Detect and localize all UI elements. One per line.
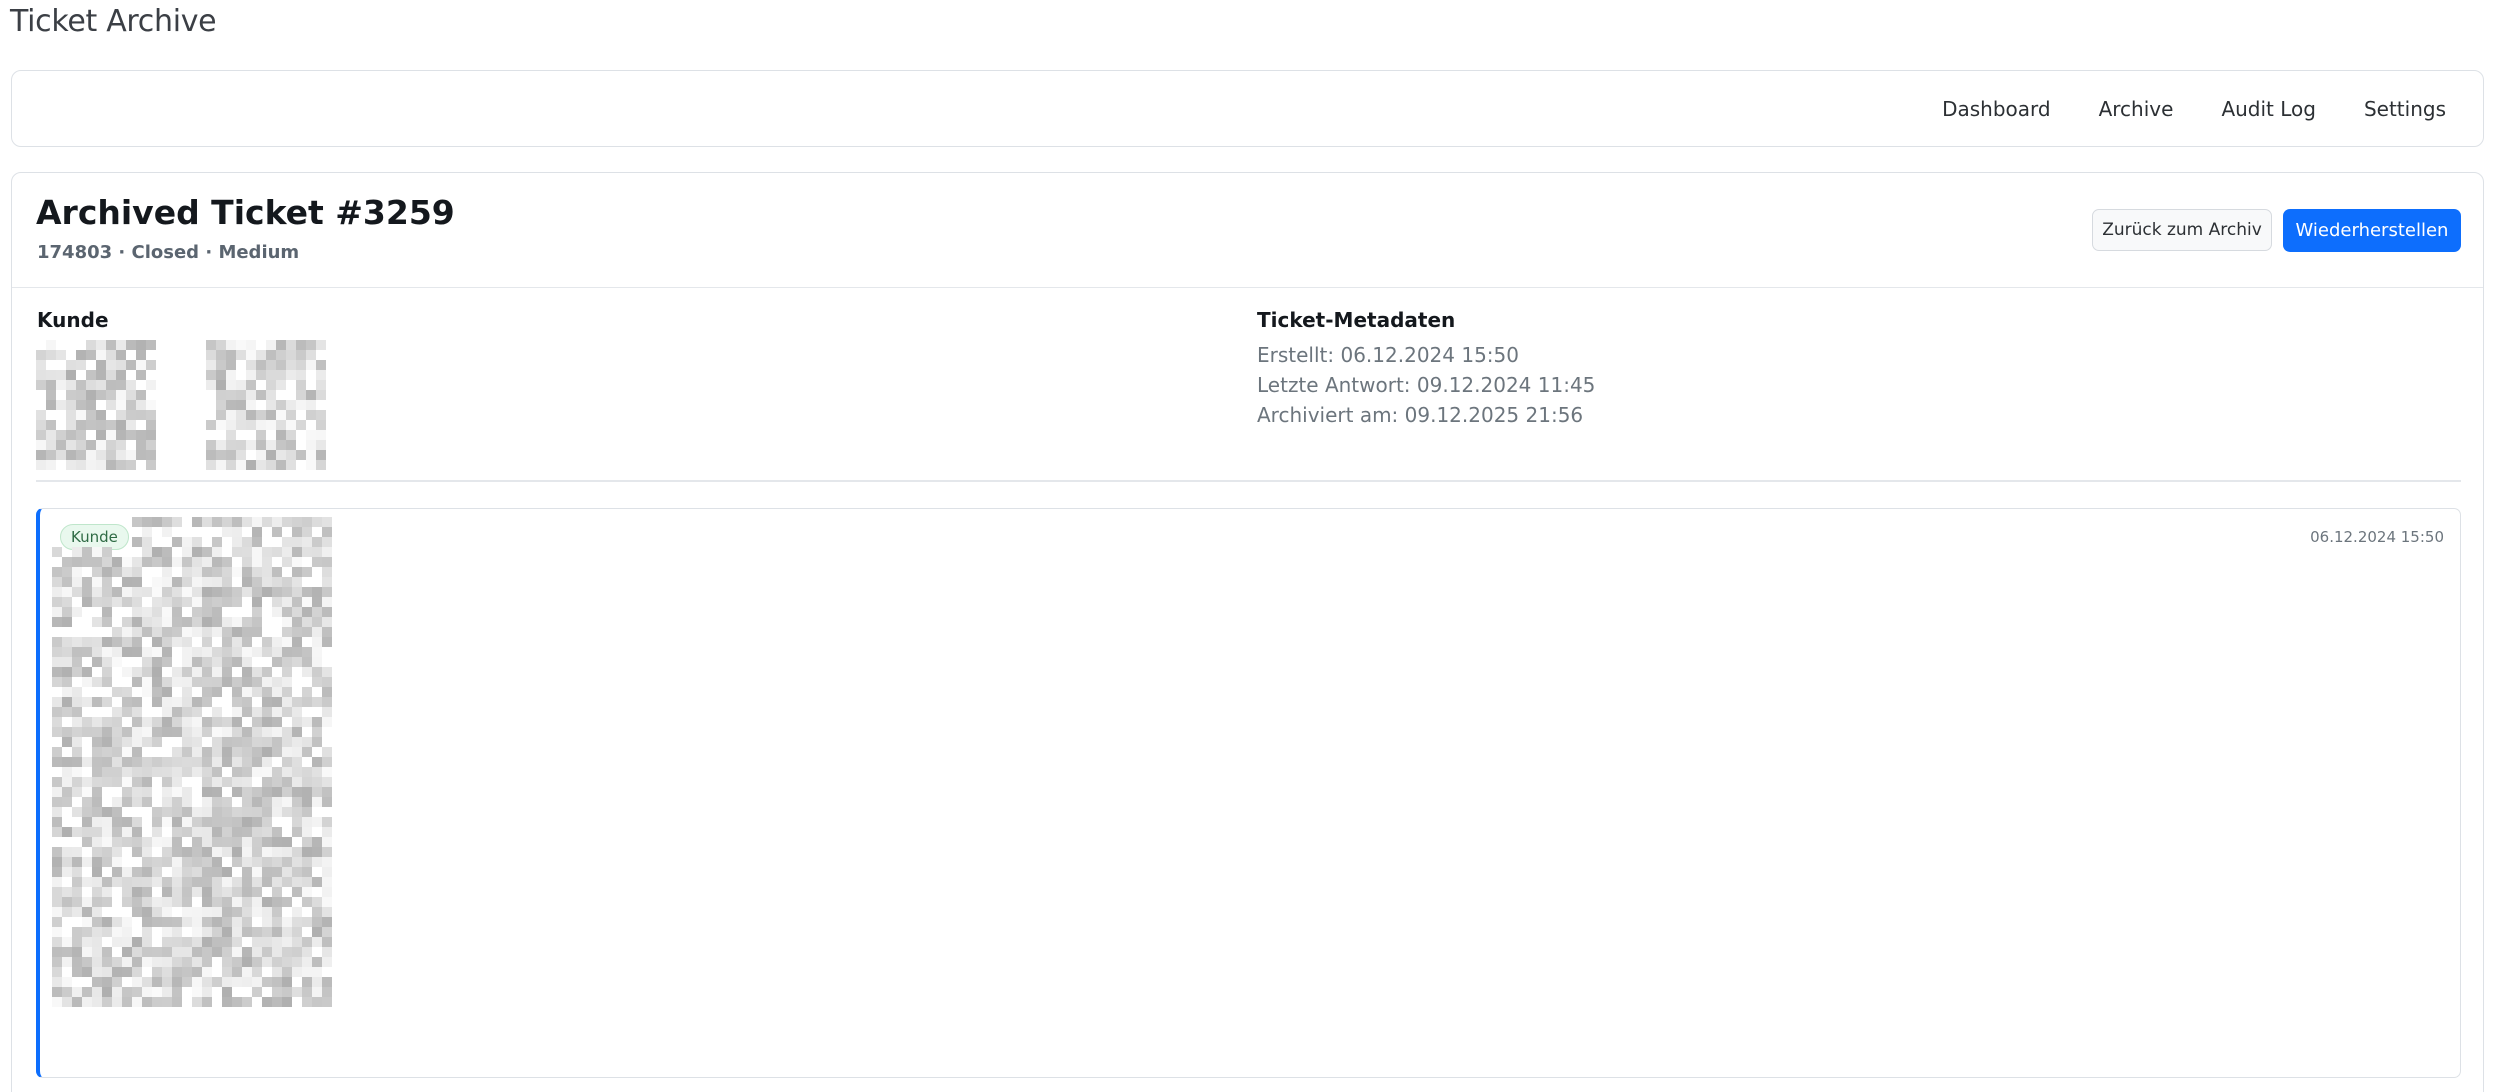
back-to-archive-button[interactable]: Zurück zum Archiv xyxy=(2092,209,2272,251)
nav-link-settings[interactable]: Settings xyxy=(2364,97,2446,121)
metadata-heading: Ticket-Metadaten xyxy=(1257,308,1456,332)
nav-link-archive[interactable]: Archive xyxy=(2099,97,2174,121)
nav-link-dashboard[interactable]: Dashboard xyxy=(1942,97,2051,121)
section-divider xyxy=(36,480,2461,482)
nav-links: Dashboard Archive Audit Log Settings xyxy=(1942,71,2483,146)
message-timestamp: 06.12.2024 15:50 xyxy=(2310,528,2444,546)
customer-heading: Kunde xyxy=(37,308,109,332)
restore-button[interactable]: Wiederherstellen xyxy=(2283,209,2461,252)
message-redacted-body xyxy=(52,517,332,1007)
ticket-title: Archived Ticket #3259 xyxy=(36,193,455,232)
ticket-card: Archived Ticket #3259 174803 · Closed · … xyxy=(11,172,2484,1092)
ticket-card-header: Archived Ticket #3259 174803 · Closed · … xyxy=(12,173,2483,288)
app-title: Ticket Archive xyxy=(10,4,217,39)
top-navbar: Dashboard Archive Audit Log Settings xyxy=(11,70,2484,147)
message-item: Kunde 06.12.2024 15:50 xyxy=(36,508,2461,1078)
metadata-last-reply: Letzte Antwort: 09.12.2024 11:45 xyxy=(1257,373,1596,397)
metadata-created: Erstellt: 06.12.2024 15:50 xyxy=(1257,343,1519,367)
nav-link-audit-log[interactable]: Audit Log xyxy=(2221,97,2316,121)
ticket-subtitle: 174803 · Closed · Medium xyxy=(37,242,300,263)
customer-redacted-info xyxy=(36,340,326,470)
metadata-archived: Archiviert am: 09.12.2025 21:56 xyxy=(1257,403,1584,427)
